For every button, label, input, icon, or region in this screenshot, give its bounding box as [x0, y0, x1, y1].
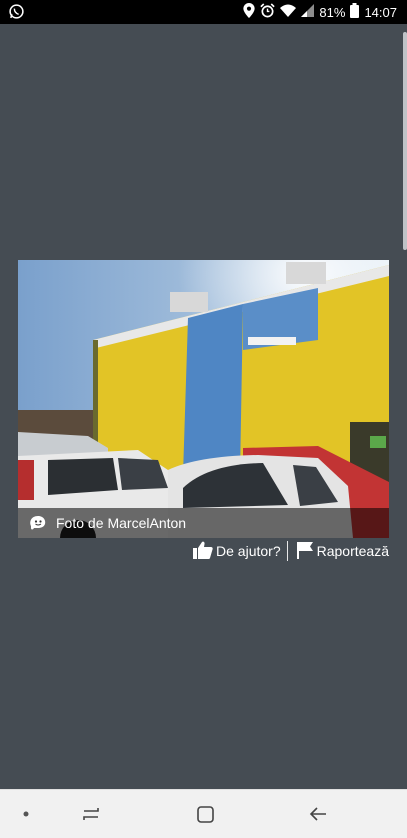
wifi-icon	[280, 4, 297, 20]
report-label: Raportează	[316, 543, 389, 559]
photo-author: MarcelAnton	[107, 515, 187, 531]
scrollbar[interactable]	[403, 32, 407, 250]
report-button[interactable]: Raportează	[296, 541, 389, 562]
photo-image	[18, 260, 389, 538]
thumbs-up-icon	[193, 540, 216, 563]
battery-percent: 81%	[319, 4, 346, 20]
location-icon	[243, 3, 256, 21]
helpful-button[interactable]: De ajutor?	[193, 540, 281, 563]
recents-icon[interactable]	[76, 790, 106, 838]
caption-prefix: Foto de	[56, 515, 104, 531]
helpful-label: De ajutor?	[216, 543, 281, 559]
navigation-bar	[0, 789, 407, 838]
photo-caption-bar: Foto de MarcelAnton	[18, 508, 389, 538]
battery-icon	[350, 3, 360, 21]
flag-icon	[296, 541, 317, 562]
action-divider	[286, 541, 288, 561]
clock: 14:07	[364, 4, 397, 20]
status-bar: 81% 14:07	[0, 0, 407, 24]
home-icon[interactable]	[190, 790, 220, 838]
location-photo[interactable]: Foto de MarcelAnton	[18, 260, 389, 538]
whatsapp-icon	[8, 3, 25, 23]
waze-icon	[28, 513, 48, 533]
signal-icon	[301, 4, 315, 20]
photo-actions: De ajutor? Raportează	[193, 540, 389, 562]
dot-icon[interactable]	[14, 790, 38, 838]
photo-credit: Foto de MarcelAnton	[56, 515, 186, 531]
back-icon[interactable]	[303, 790, 333, 838]
alarm-icon	[260, 3, 276, 21]
